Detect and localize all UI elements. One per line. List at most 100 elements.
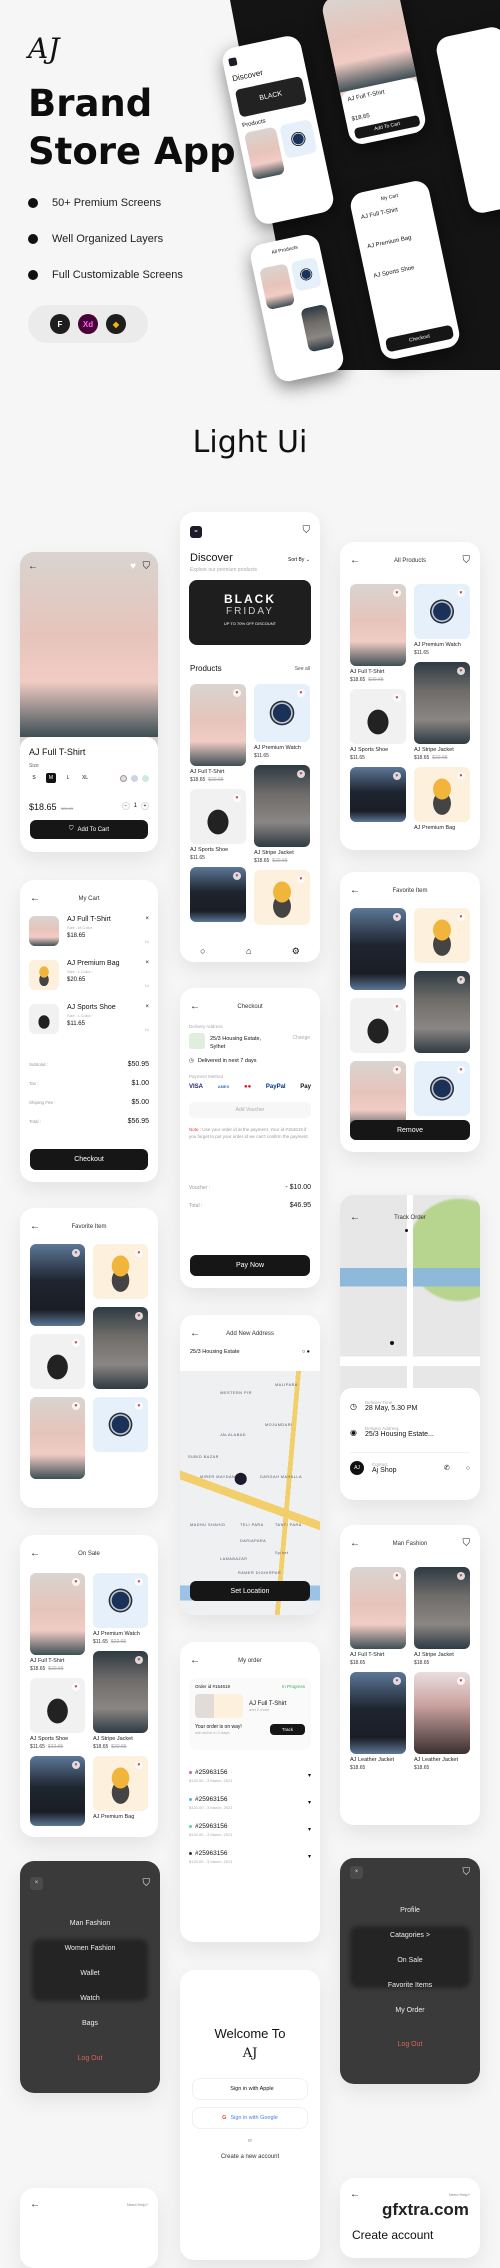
product-card[interactable]: ♥ AJ Stripe Jacket $18.65 $22.65 xyxy=(254,765,310,864)
paypal-icon[interactable]: PayPal xyxy=(266,1084,286,1090)
heart-icon[interactable]: ♥ xyxy=(297,689,305,697)
product-card[interactable]: ♥ AJ Stripe Jacket $18.65 xyxy=(414,1567,470,1666)
search-icon[interactable]: ○ xyxy=(200,946,205,956)
size-option[interactable]: S xyxy=(29,773,39,783)
phone-icon[interactable]: ✆ xyxy=(444,1464,450,1472)
product-card[interactable]: ♥ AJ Full T-Shirt $18.65 $22.65 xyxy=(350,584,406,683)
product-card[interactable]: ♥ AJ Premium Watch $11.65 $22.65 xyxy=(93,1573,148,1645)
color-swatch[interactable] xyxy=(131,774,138,782)
track-button[interactable]: Track xyxy=(269,1724,305,1735)
chevron-down-icon[interactable]: ▾ xyxy=(308,1853,311,1860)
heart-icon[interactable]: ♥ xyxy=(72,1683,80,1691)
sign-in-google-button[interactable]: G Sign in with Google xyxy=(192,2107,308,2129)
order-row[interactable]: #25963156 $120.00 - 3 March, 2021 ▾ xyxy=(189,1789,311,1816)
product-card[interactable]: ♥ xyxy=(30,1756,85,1835)
close-icon[interactable]: × xyxy=(145,1004,149,1010)
bag-icon[interactable]: ⛉ xyxy=(143,562,151,572)
heart-icon[interactable]: ♥ xyxy=(72,1402,80,1410)
heart-icon[interactable]: ♥ xyxy=(457,1066,465,1074)
product-card[interactable]: ♥ xyxy=(93,1307,148,1389)
menu-item[interactable]: Women Fashion xyxy=(20,1936,160,1961)
back-arrow-icon[interactable]: ← xyxy=(30,2200,40,2210)
heart-icon[interactable]: ♥ xyxy=(72,1761,80,1769)
heart-icon[interactable]: ♥ xyxy=(135,1578,143,1586)
close-icon[interactable]: × xyxy=(30,1877,43,1890)
heart-icon[interactable]: ♥ xyxy=(72,1339,80,1347)
product-card[interactable]: ♥ AJ Full T-Shirt $18.65 $22.65 xyxy=(30,1573,85,1672)
sort-dropdown[interactable]: Sort By ⌄ xyxy=(288,557,310,563)
heart-icon[interactable]: ♥ xyxy=(457,772,465,780)
increment-button[interactable]: + xyxy=(141,802,149,810)
product-card[interactable]: ♥ AJ Full T-Shirt $18.65 $22.65 xyxy=(190,684,246,783)
color-swatch[interactable] xyxy=(120,774,127,782)
heart-icon[interactable]: ♥ xyxy=(72,1578,80,1586)
visa-icon[interactable]: VISA xyxy=(189,1084,203,1090)
product-card[interactable]: ♥ AJ Sports Shoe $11.65 xyxy=(190,789,246,861)
product-card[interactable]: ♥ xyxy=(350,908,406,990)
product-card[interactable]: ♥ AJ Sports Shoe $11.65 xyxy=(350,689,406,761)
product-card[interactable]: ♥ xyxy=(30,1397,85,1479)
size-option[interactable]: XL xyxy=(80,773,90,783)
product-card[interactable]: ♥ xyxy=(254,870,310,934)
chat-icon[interactable]: ○ xyxy=(466,1465,470,1472)
heart-icon[interactable]: ♥ xyxy=(393,589,401,597)
heart-icon[interactable]: ♥ xyxy=(297,875,305,883)
heart-icon[interactable]: ♥ xyxy=(393,1003,401,1011)
home-icon[interactable]: ⌂ xyxy=(246,946,251,956)
chevron-down-icon[interactable]: ▾ xyxy=(308,1826,311,1833)
product-card[interactable]: ♥ xyxy=(350,998,406,1053)
heart-icon[interactable]: ♥ xyxy=(135,1761,143,1769)
mastercard-icon[interactable]: ●● xyxy=(244,1084,251,1090)
heart-icon[interactable]: ♥ xyxy=(393,772,401,780)
heart-icon[interactable]: ♥ xyxy=(135,1312,143,1320)
size-option[interactable]: L xyxy=(63,773,73,783)
heart-icon[interactable]: ♥ xyxy=(135,1249,143,1257)
menu-item[interactable]: Favorite Items xyxy=(340,1973,480,1998)
heart-icon[interactable]: ♥ xyxy=(393,1677,401,1685)
product-card[interactable]: ♥ xyxy=(350,767,406,831)
menu-icon[interactable]: = xyxy=(190,526,202,538)
menu-item[interactable]: My Order xyxy=(340,1998,480,2023)
order-row[interactable]: #25963156 $120.00 - 3 March, 2021 ▾ xyxy=(189,1762,311,1789)
heart-icon[interactable]: ♥ xyxy=(297,770,305,778)
decrement-button[interactable]: − xyxy=(121,802,130,810)
heart-icon[interactable]: ♥ xyxy=(393,913,401,921)
menu-item[interactable]: Wallet xyxy=(20,1961,160,1986)
bag-icon[interactable]: ⛉ xyxy=(143,1879,151,1889)
heart-icon[interactable]: ♥ xyxy=(233,689,241,697)
heart-icon[interactable]: ♥ xyxy=(72,1249,80,1257)
add-to-cart-button[interactable]: ⛉ Add To Cart xyxy=(30,820,148,839)
heart-icon[interactable]: ♥ xyxy=(393,1572,401,1580)
set-location-button[interactable]: Set Location xyxy=(190,1581,310,1601)
menu-item[interactable]: Watch xyxy=(20,1986,160,2011)
order-row[interactable]: #25963156 $120.00 - 3 March, 2021 ▾ xyxy=(189,1843,311,1870)
need-help-link[interactable]: Need Help? xyxy=(449,2192,470,2197)
bag-icon[interactable]: ⛉ xyxy=(303,526,311,536)
heart-icon[interactable]: ♥ xyxy=(135,1402,143,1410)
close-icon[interactable]: × xyxy=(350,1866,363,1879)
amex-icon[interactable]: AMEX xyxy=(218,1084,230,1090)
size-option-selected[interactable]: M xyxy=(46,773,56,783)
product-card[interactable]: ♥ AJ Premium Bag xyxy=(414,767,470,839)
heart-icon[interactable]: ♥ xyxy=(393,694,401,702)
apple-pay-icon[interactable]: Pay xyxy=(300,1084,311,1090)
product-card[interactable]: ♥ xyxy=(414,1061,470,1116)
product-card[interactable]: ♥ AJ Premium Watch $11.65 xyxy=(414,584,470,656)
heart-icon[interactable]: ♥ xyxy=(130,562,136,572)
logout-link[interactable]: Log Out xyxy=(20,2055,160,2062)
black-friday-banner[interactable]: BLACK FRIDAY UP TO 70% OFF DISCOUNT xyxy=(189,580,311,645)
product-card[interactable]: ♥ xyxy=(414,971,470,1053)
product-card[interactable]: ♥ AJ Full T-Shirt $18.65 xyxy=(350,1567,406,1666)
heart-icon[interactable]: ♥ xyxy=(457,913,465,921)
need-help-link[interactable]: Need Help? xyxy=(127,2202,148,2207)
locate-icon[interactable]: ● xyxy=(307,1349,310,1355)
order-row[interactable]: #25963156 $120.00 - 3 March, 2021 ▾ xyxy=(189,1816,311,1843)
product-card[interactable]: ♥ xyxy=(414,908,470,963)
back-arrow-icon[interactable]: ← xyxy=(350,2190,360,2200)
heart-icon[interactable]: ♥ xyxy=(457,667,465,675)
product-card[interactable]: ♥ xyxy=(30,1244,85,1326)
product-card[interactable]: ♥ AJ Stripe Jacket $18.65 $22.65 xyxy=(414,662,470,761)
heart-icon[interactable]: ♥ xyxy=(457,589,465,597)
product-card[interactable]: ♥ xyxy=(30,1334,85,1389)
back-arrow-icon[interactable]: ← xyxy=(28,562,38,572)
